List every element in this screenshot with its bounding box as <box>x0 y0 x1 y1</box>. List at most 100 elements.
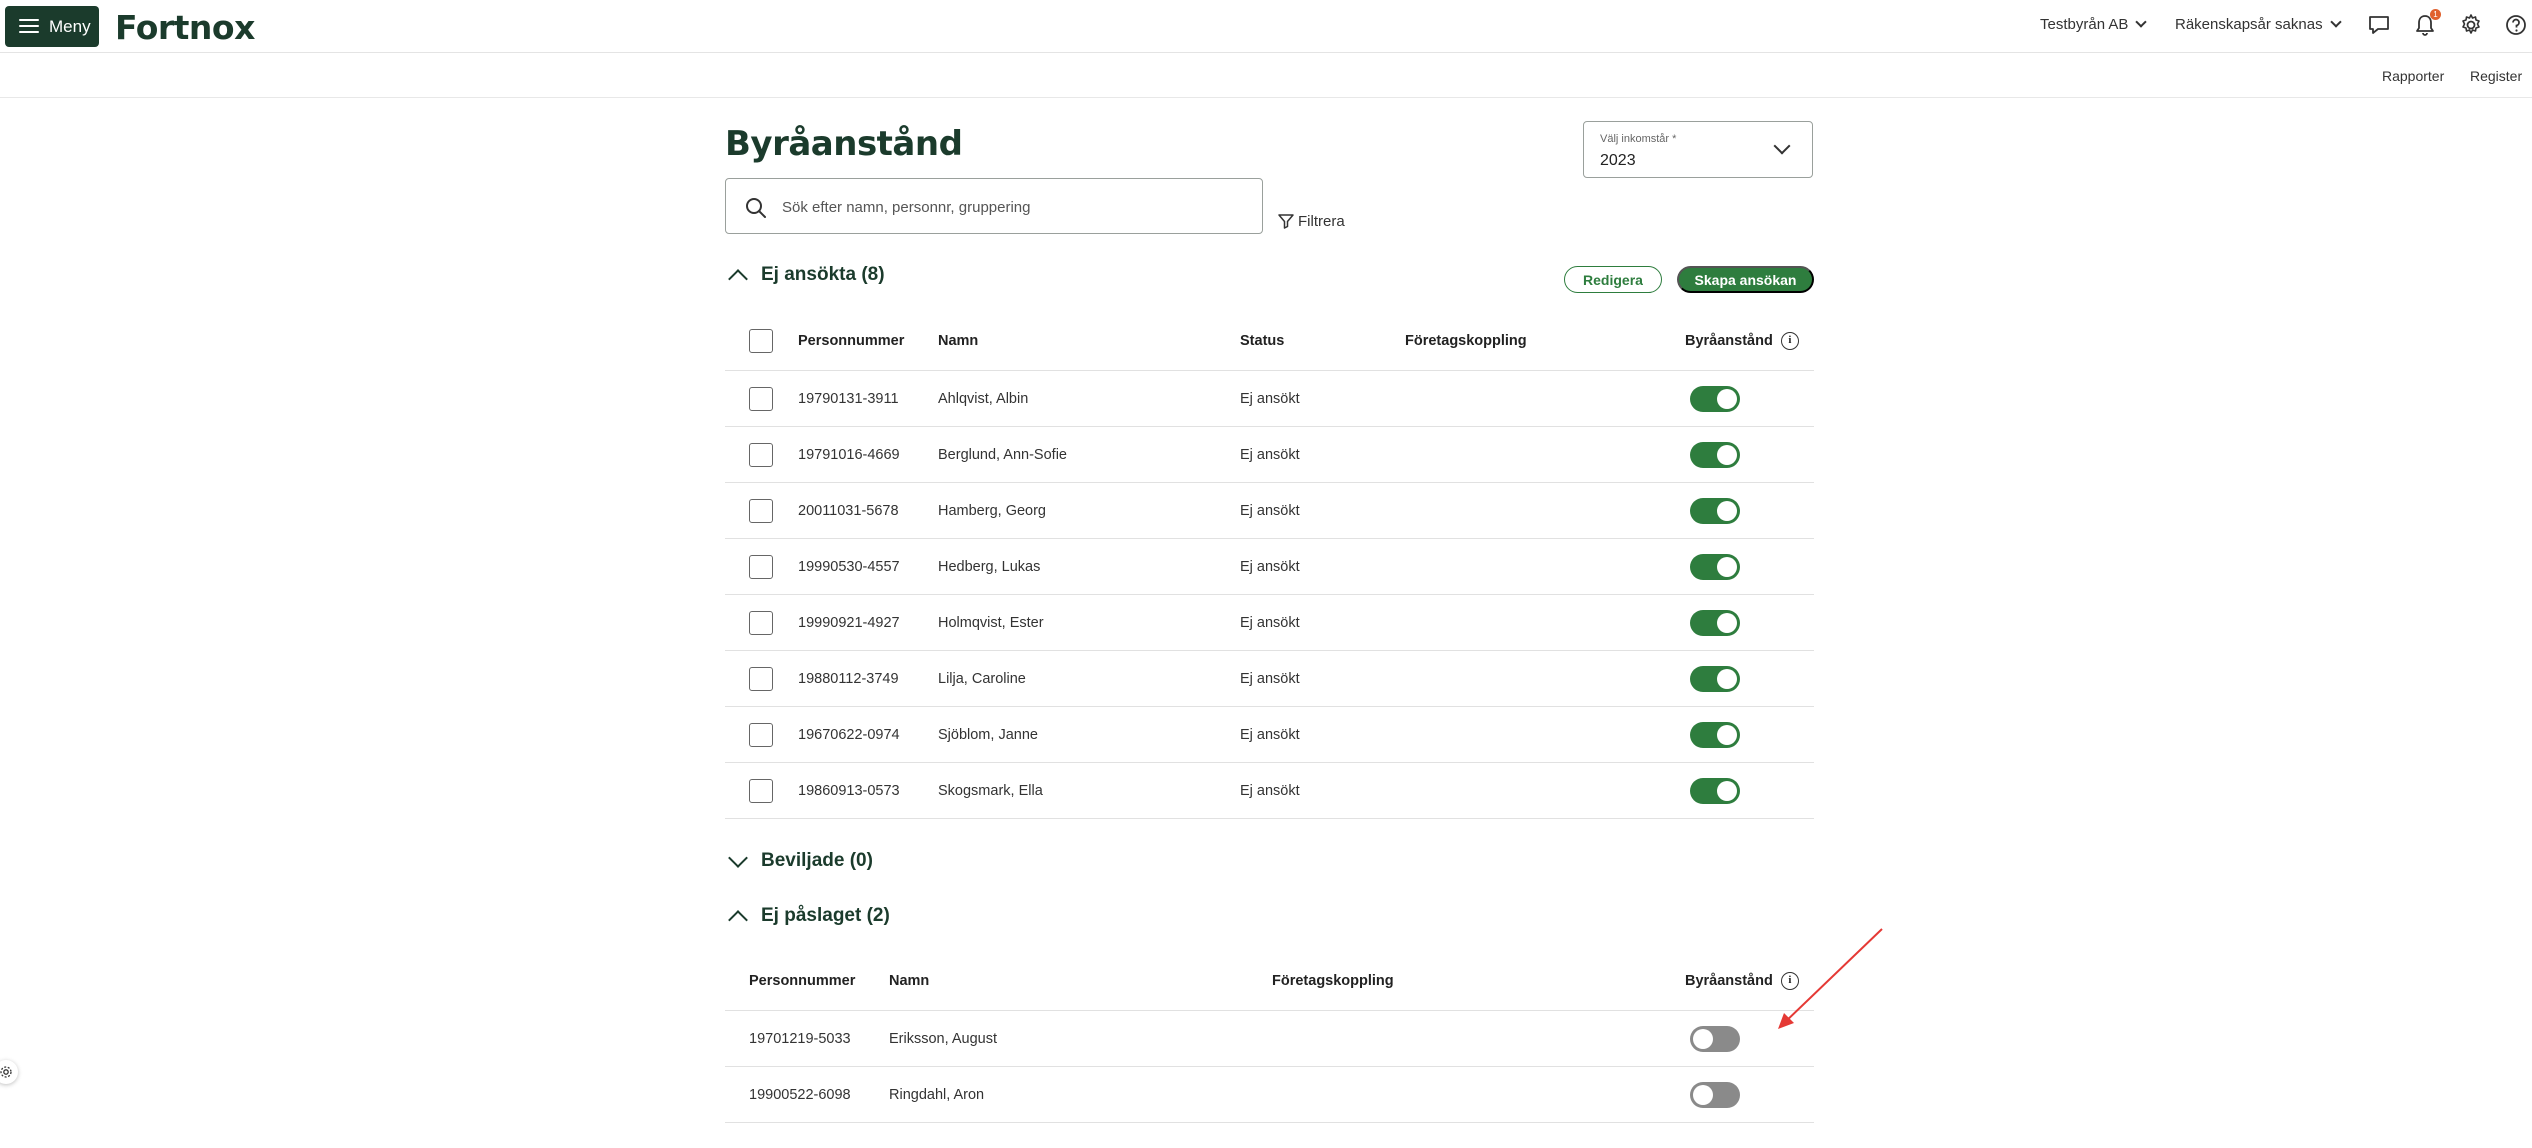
search-input[interactable] <box>782 193 1242 221</box>
column-header-foretagskoppling[interactable]: Företagskoppling <box>1405 333 1527 349</box>
info-icon[interactable]: i <box>1780 331 1799 350</box>
table-row[interactable]: 20011031-5678 Hamberg, Georg Ej ansökt <box>725 483 1814 539</box>
not-added-rows: 19701219-5033 Eriksson, August 19900522-60… <box>725 1011 1814 1123</box>
toggle-knob <box>1693 1028 1713 1049</box>
byraanstand-toggle[interactable] <box>1690 1025 1740 1052</box>
income-year-select[interactable]: Välj inkomstår * 2023 <box>1583 121 1813 178</box>
personnummer-cell: 19701219-5033 <box>749 1030 851 1047</box>
row-checkbox[interactable] <box>749 498 773 523</box>
row-checkbox[interactable] <box>749 722 773 747</box>
table-row[interactable]: 19900522-6098 Ringdahl, Aron <box>725 1067 1814 1123</box>
byraanstand-toggle[interactable] <box>1690 777 1740 804</box>
status-cell: Ej ansökt <box>1240 558 1300 575</box>
table-header-row: Personnummer Namn Företagskoppling Byråa… <box>725 951 1814 1011</box>
side-settings-icon[interactable] <box>0 1060 18 1084</box>
row-checkbox[interactable] <box>749 386 773 411</box>
name-cell: Holmqvist, Ester <box>938 614 1044 631</box>
toggle-knob <box>1717 668 1737 689</box>
section-toggle-not-applied[interactable]: Ej ansökta (8) <box>725 264 885 289</box>
personnummer-cell: 19670622-0974 <box>798 726 900 743</box>
name-cell: Skogsmark, Ella <box>938 782 1043 799</box>
fiscal-year-selector[interactable]: Räkenskapsår saknas <box>2175 16 2342 33</box>
section-title-not-applied: Ej ansökta (8) <box>761 264 885 285</box>
personnummer-cell: 19791016-4669 <box>798 446 900 463</box>
table-row[interactable]: 19860913-0573 Skogsmark, Ella Ej ansökt <box>725 763 1814 819</box>
row-checkbox[interactable] <box>749 778 773 803</box>
table-row[interactable]: 19790131-3911 Ahlqvist, Albin Ej ansökt <box>725 371 1814 427</box>
status-cell: Ej ansökt <box>1240 670 1300 687</box>
top-bar: Meny Fortnox Testbyrån AB Räkenskapsår s… <box>0 0 2532 53</box>
income-year-label: Välj inkomstår * <box>1600 133 1677 145</box>
byraanstand-toggle[interactable] <box>1690 609 1740 636</box>
byraanstand-toggle[interactable] <box>1690 665 1740 692</box>
toggle-knob <box>1693 1084 1713 1105</box>
status-cell: Ej ansökt <box>1240 614 1300 631</box>
table-row[interactable]: 19880112-3749 Lilja, Caroline Ej ansökt <box>725 651 1814 707</box>
row-checkbox[interactable] <box>749 610 773 635</box>
personnummer-cell: 19990921-4927 <box>798 614 900 631</box>
row-checkbox[interactable] <box>749 442 773 467</box>
name-cell: Berglund, Ann-Sofie <box>938 446 1067 463</box>
column-header-byraanstand-label: Byråanstånd <box>1685 332 1773 349</box>
fiscal-year-label: Räkenskapsår saknas <box>2175 16 2323 33</box>
subnav-register[interactable]: Register <box>2470 68 2522 84</box>
chat-icon[interactable] <box>2366 12 2392 38</box>
chevron-down-icon <box>2329 16 2342 28</box>
row-checkbox[interactable] <box>749 666 773 691</box>
filter-icon <box>1278 214 1294 229</box>
sub-navigation: Rapporter Register <box>0 54 2532 98</box>
not-applied-rows: 19790131-3911 Ahlqvist, Albin Ej ansökt 197… <box>725 371 1814 819</box>
fortnox-logo[interactable]: Fortnox <box>115 8 255 47</box>
section-toggle-not-added[interactable]: Ej påslaget (2) <box>725 905 890 930</box>
toggle-knob <box>1717 444 1737 465</box>
row-checkbox[interactable] <box>749 554 773 579</box>
table-row[interactable]: 19670622-0974 Sjöblom, Janne Ej ansökt <box>725 707 1814 763</box>
table-row[interactable]: 19791016-4669 Berglund, Ann-Sofie Ej ansök… <box>725 427 1814 483</box>
personnummer-cell: 19790131-3911 <box>798 390 899 407</box>
column-header-namn[interactable]: Namn <box>889 973 929 989</box>
byraanstand-toggle[interactable] <box>1690 553 1740 580</box>
search-box[interactable] <box>725 178 1263 234</box>
menu-button[interactable]: Meny <box>5 6 99 47</box>
filter-button[interactable]: Filtrera <box>1277 212 1345 230</box>
table-header-row: Personnummer Namn Status Företagskopplin… <box>725 311 1814 371</box>
table-row[interactable]: 19990921-4927 Holmqvist, Ester Ej ansökt <box>725 595 1814 651</box>
company-selector[interactable]: Testbyrån AB <box>2040 16 2148 33</box>
subnav-rapporter[interactable]: Rapporter <box>2382 68 2444 84</box>
edit-button[interactable]: Redigera <box>1564 266 1662 293</box>
menu-button-label: Meny <box>49 16 91 36</box>
name-cell: Ringdahl, Aron <box>889 1086 985 1103</box>
company-name: Testbyrån AB <box>2040 16 2129 33</box>
status-cell: Ej ansökt <box>1240 502 1300 519</box>
select-all-checkbox[interactable] <box>749 328 773 353</box>
byraanstand-toggle[interactable] <box>1690 497 1740 524</box>
byraanstand-toggle[interactable] <box>1690 385 1740 412</box>
personnummer-cell: 19880112-3749 <box>798 670 899 687</box>
table-row[interactable]: 19990530-4557 Hedberg, Lukas Ej ansökt <box>725 539 1814 595</box>
column-header-personnummer[interactable]: Personnummer <box>798 333 904 349</box>
bell-icon[interactable]: 1 <box>2412 9 2441 38</box>
column-header-status[interactable]: Status <box>1240 333 1284 349</box>
personnummer-cell: 19860913-0573 <box>798 782 900 799</box>
name-cell: Lilja, Caroline <box>938 670 1026 687</box>
not-applied-table: Personnummer Namn Status Företagskopplin… <box>725 311 1814 819</box>
personnummer-cell: 20011031-5678 <box>798 502 899 519</box>
help-icon[interactable] <box>2503 12 2529 38</box>
column-header-personnummer[interactable]: Personnummer <box>749 973 855 989</box>
toggle-knob <box>1717 724 1737 745</box>
status-cell: Ej ansökt <box>1240 726 1300 743</box>
column-header-namn[interactable]: Namn <box>938 333 978 349</box>
byraanstand-toggle[interactable] <box>1690 1081 1740 1108</box>
search-icon <box>746 198 766 218</box>
byraanstand-toggle[interactable] <box>1690 721 1740 748</box>
section-title-granted: Beviljade (0) <box>761 850 873 871</box>
gear-icon[interactable] <box>2458 12 2484 38</box>
section-toggle-granted[interactable]: Beviljade (0) <box>725 848 873 872</box>
name-cell: Eriksson, August <box>889 1030 997 1047</box>
section-title-not-added: Ej påslaget (2) <box>761 905 890 926</box>
annotation-arrow <box>1778 928 1883 1029</box>
byraanstand-toggle[interactable] <box>1690 441 1740 468</box>
column-header-foretagskoppling[interactable]: Företagskoppling <box>1272 973 1394 989</box>
create-application-button[interactable]: Skapa ansökan <box>1677 266 1814 293</box>
table-row[interactable]: 19701219-5033 Eriksson, August <box>725 1011 1814 1067</box>
